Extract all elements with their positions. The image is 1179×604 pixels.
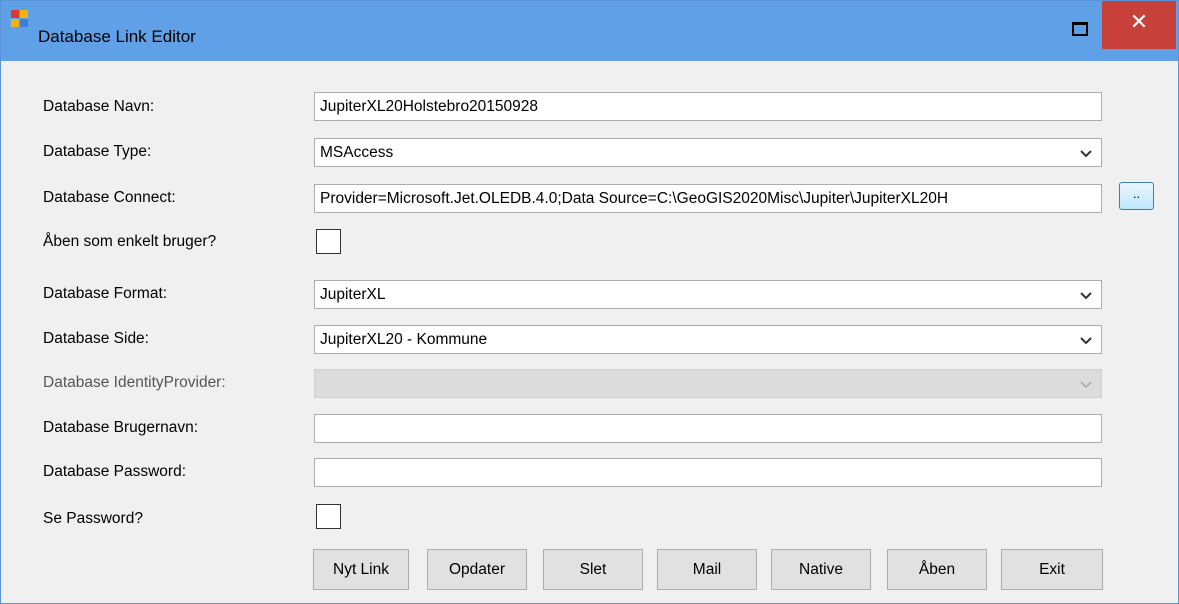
close-icon: ✕ <box>1129 10 1149 35</box>
database-side-label: Database Side: <box>43 330 149 347</box>
show-password-checkbox[interactable] <box>316 504 341 529</box>
username-label: Database Brugernavn: <box>43 419 199 436</box>
delete-button[interactable]: Slet <box>543 549 643 590</box>
title-bar[interactable]: Database Link Editor ✕ <box>1 1 1178 61</box>
database-connect-label: Database Connect: <box>43 189 176 206</box>
mail-button[interactable]: Mail <box>657 549 757 590</box>
maximize-icon <box>1072 22 1088 36</box>
database-type-label: Database Type: <box>43 143 152 160</box>
database-side-value: JupiterXL20 - Kommune <box>320 331 488 348</box>
password-input[interactable] <box>314 458 1102 487</box>
new-link-button[interactable]: Nyt Link <box>313 549 409 590</box>
single-user-label: Åben som enkelt bruger? <box>43 233 217 250</box>
exit-button[interactable]: Exit <box>1001 549 1103 590</box>
maximize-button[interactable] <box>1062 7 1102 47</box>
database-type-value: MSAccess <box>320 144 394 161</box>
chevron-down-icon <box>1080 150 1092 158</box>
update-button[interactable]: Opdater <box>427 549 527 590</box>
chevron-down-icon <box>1080 292 1092 300</box>
close-button[interactable]: ✕ <box>1102 1 1176 49</box>
show-password-label: Se Password? <box>43 510 143 527</box>
identity-provider-label: Database IdentityProvider: <box>43 374 226 391</box>
database-connect-input[interactable]: Provider=Microsoft.Jet.OLEDB.4.0;Data So… <box>314 184 1102 213</box>
username-input[interactable] <box>314 414 1102 443</box>
database-format-label: Database Format: <box>43 285 168 302</box>
open-button[interactable]: Åben <box>887 549 987 590</box>
identity-provider-select <box>314 369 1102 398</box>
window-title: Database Link Editor <box>38 27 196 46</box>
password-label: Database Password: <box>43 463 187 480</box>
database-side-select[interactable]: JupiterXL20 - Kommune <box>314 325 1102 354</box>
chevron-down-icon <box>1080 381 1092 389</box>
database-name-label: Database Navn: <box>43 98 155 115</box>
database-type-select[interactable]: MSAccess <box>314 138 1102 167</box>
chevron-down-icon <box>1080 337 1092 345</box>
database-format-value: JupiterXL <box>320 286 386 303</box>
native-button[interactable]: Native <box>771 549 871 590</box>
database-name-input[interactable]: JupiterXL20Holstebro20150928 <box>314 92 1102 121</box>
database-format-select[interactable]: JupiterXL <box>314 280 1102 309</box>
app-icon <box>11 10 31 30</box>
database-link-editor-window: Database Link Editor ✕ Database Navn: Ju… <box>0 0 1179 604</box>
browse-button[interactable]: .. <box>1119 182 1154 210</box>
single-user-checkbox[interactable] <box>316 229 341 254</box>
